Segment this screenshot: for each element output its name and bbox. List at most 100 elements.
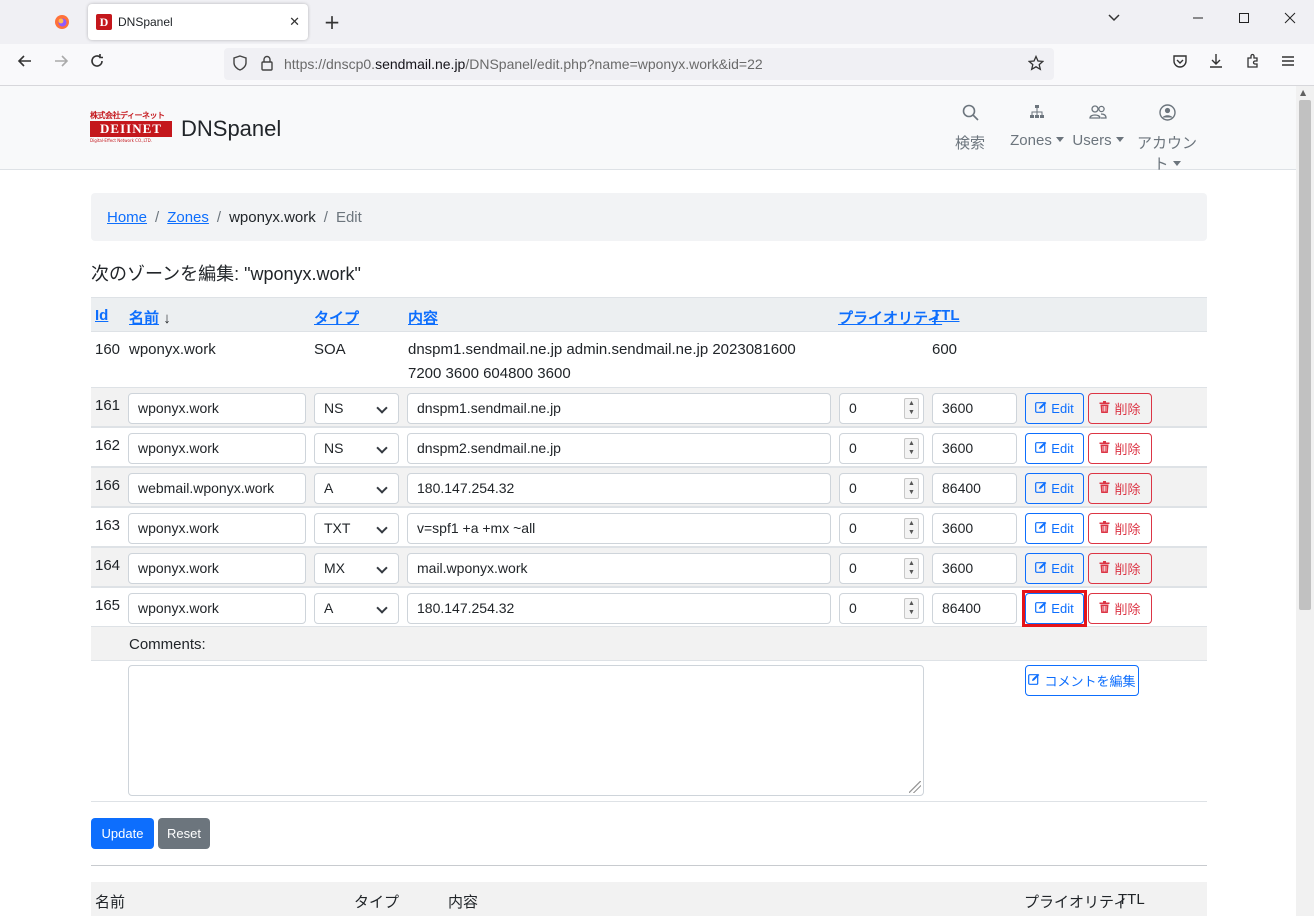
record-content-input[interactable]: dnspm1.sendmail.ne.jp — [407, 393, 831, 424]
nav-users[interactable]: Users — [1072, 104, 1124, 149]
record-priority-input[interactable]: 0 ▲ ▼ — [839, 393, 924, 424]
edit-record-button[interactable]: Edit — [1025, 473, 1084, 504]
downloads-icon[interactable] — [1204, 53, 1228, 74]
number-spinner-icon[interactable]: ▲ ▼ — [904, 398, 919, 419]
new-col-ttl: TTL — [1118, 891, 1145, 908]
list-tabs-chevron-icon[interactable] — [1100, 10, 1128, 28]
extensions-icon[interactable] — [1241, 53, 1265, 74]
record-priority-value: 0 — [849, 560, 857, 576]
delete-record-button[interactable]: 削除 — [1088, 513, 1152, 544]
edit-record-button[interactable]: Edit — [1025, 553, 1084, 584]
sort-by-priority-link[interactable]: プライオリティ — [838, 310, 942, 327]
minimize-window-icon[interactable] — [1184, 10, 1212, 28]
delete-record-button[interactable]: 削除 — [1088, 433, 1152, 464]
record-ttl-input[interactable]: 3600 — [932, 393, 1017, 424]
breadcrumb-home-link[interactable]: Home — [107, 209, 147, 226]
tracking-shield-icon[interactable] — [232, 55, 248, 75]
record-name-input[interactable]: wponyx.work — [128, 433, 306, 464]
bookmark-star-icon[interactable] — [1027, 54, 1045, 75]
forward-arrow-icon[interactable] — [49, 53, 73, 74]
new-col-content: 内容 — [448, 894, 479, 911]
record-ttl-input[interactable]: 3600 — [932, 553, 1017, 584]
record-type-select[interactable]: NS — [314, 433, 399, 464]
record-type-select[interactable]: A — [314, 593, 399, 624]
records-table-header: Id 名前 ↓ タイプ 内容 プライオリティ TTL — [91, 297, 1207, 331]
record-priority-input[interactable]: 0 ▲ ▼ — [839, 593, 924, 624]
edit-record-button[interactable]: Edit — [1025, 393, 1084, 424]
number-spinner-icon[interactable]: ▲ ▼ — [904, 518, 919, 539]
breadcrumb-zones-link[interactable]: Zones — [167, 209, 209, 226]
record-priority-input[interactable]: 0 ▲ ▼ — [839, 553, 924, 584]
scroll-up-arrow-icon[interactable]: ▲ — [1300, 88, 1306, 97]
number-spinner-icon[interactable]: ▲ ▼ — [904, 438, 919, 459]
pocket-icon[interactable] — [1168, 53, 1192, 74]
edit-record-button[interactable]: Edit — [1025, 513, 1084, 544]
close-window-icon[interactable] — [1276, 10, 1304, 28]
comments-edit-row: コメントを編集 — [91, 661, 1207, 802]
back-arrow-icon[interactable] — [13, 53, 37, 74]
record-name-input[interactable]: wponyx.work — [128, 553, 306, 584]
number-spinner-icon[interactable]: ▲ ▼ — [904, 598, 919, 619]
delete-record-button[interactable]: 削除 — [1088, 473, 1152, 504]
record-content-input[interactable]: 180.147.254.32 — [407, 593, 831, 624]
record-id: 162 — [95, 437, 121, 454]
record-type-select[interactable]: TXT — [314, 513, 399, 544]
record-content-input[interactable]: mail.wponyx.work — [407, 553, 831, 584]
update-button[interactable]: Update — [91, 818, 154, 849]
edit-comment-button[interactable]: コメントを編集 — [1025, 665, 1139, 696]
record-name-input[interactable]: webmail.wponyx.work — [128, 473, 306, 504]
browser-tab-dnspanel[interactable]: D DNSpanel ✕ — [88, 4, 308, 40]
record-type-select[interactable]: MX — [314, 553, 399, 584]
sort-by-id-link[interactable]: Id — [95, 307, 108, 324]
new-tab-button[interactable]: + — [320, 10, 344, 34]
delete-record-button[interactable]: 削除 — [1088, 393, 1152, 424]
brand-title[interactable]: DNSpanel — [181, 116, 281, 142]
url-bar[interactable]: https://dnscp0.sendmail.ne.jp/DNSpanel/e… — [224, 48, 1054, 80]
resize-handle-icon[interactable] — [909, 781, 921, 793]
record-type-select[interactable]: NS — [314, 393, 399, 424]
delete-label: 削除 — [1114, 442, 1141, 457]
record-priority-input[interactable]: 0 ▲ ▼ — [839, 473, 924, 504]
sort-by-ttl-link[interactable]: TTL — [932, 307, 960, 324]
record-id: 166 — [95, 477, 121, 494]
record-ttl-input[interactable]: 86400 — [932, 473, 1017, 504]
number-spinner-icon[interactable]: ▲ ▼ — [904, 478, 919, 499]
record-ttl-input[interactable]: 86400 — [932, 593, 1017, 624]
company-logo[interactable]: 株式会社ディーネット DEIINET Digital-Effect Networ… — [90, 111, 172, 145]
scrollbar-thumb[interactable] — [1299, 100, 1311, 610]
edit-record-button[interactable]: Edit — [1025, 433, 1084, 464]
record-name-input[interactable]: wponyx.work — [128, 513, 306, 544]
nav-zones[interactable]: Zones — [1009, 104, 1065, 149]
breadcrumb-separator: / — [323, 208, 328, 226]
record-ttl-input[interactable]: 3600 — [932, 513, 1017, 544]
record-type-select[interactable]: A — [314, 473, 399, 504]
record-name-input[interactable]: wponyx.work — [128, 393, 306, 424]
reset-button[interactable]: Reset — [158, 818, 210, 849]
trash-icon — [1099, 481, 1110, 496]
nav-search[interactable]: 検索 — [954, 104, 986, 153]
record-content-input[interactable]: v=spf1 +a +mx ~all — [407, 513, 831, 544]
record-type-value: TXT — [324, 520, 351, 536]
reload-icon[interactable] — [85, 53, 109, 74]
record-name-input[interactable]: wponyx.work — [128, 593, 306, 624]
sort-by-name-link[interactable]: 名前 — [129, 310, 159, 327]
nav-account[interactable]: アカウント — [1131, 104, 1203, 174]
lock-icon[interactable] — [260, 55, 274, 75]
number-spinner-icon[interactable]: ▲ ▼ — [904, 558, 919, 579]
record-priority-input[interactable]: 0 ▲ ▼ — [839, 433, 924, 464]
sort-by-type-link[interactable]: タイプ — [314, 310, 359, 327]
close-tab-icon[interactable]: ✕ — [289, 15, 300, 30]
app-menu-icon[interactable] — [1276, 53, 1300, 74]
record-content-input[interactable]: dnspm2.sendmail.ne.jp — [407, 433, 831, 464]
firefox-menu-tab[interactable] — [44, 6, 80, 38]
delete-record-button[interactable]: 削除 — [1088, 553, 1152, 584]
record-content-input[interactable]: 180.147.254.32 — [407, 473, 831, 504]
delete-record-button[interactable]: 削除 — [1088, 593, 1152, 624]
comments-textarea[interactable] — [128, 665, 924, 796]
page-scrollbar[interactable]: ▲ — [1296, 86, 1314, 916]
sort-by-content-link[interactable]: 内容 — [408, 310, 438, 327]
record-ttl-input[interactable]: 3600 — [932, 433, 1017, 464]
maximize-window-icon[interactable] — [1230, 10, 1258, 28]
record-priority-input[interactable]: 0 ▲ ▼ — [839, 513, 924, 544]
logo-wordmark: DEIINET — [90, 121, 172, 137]
